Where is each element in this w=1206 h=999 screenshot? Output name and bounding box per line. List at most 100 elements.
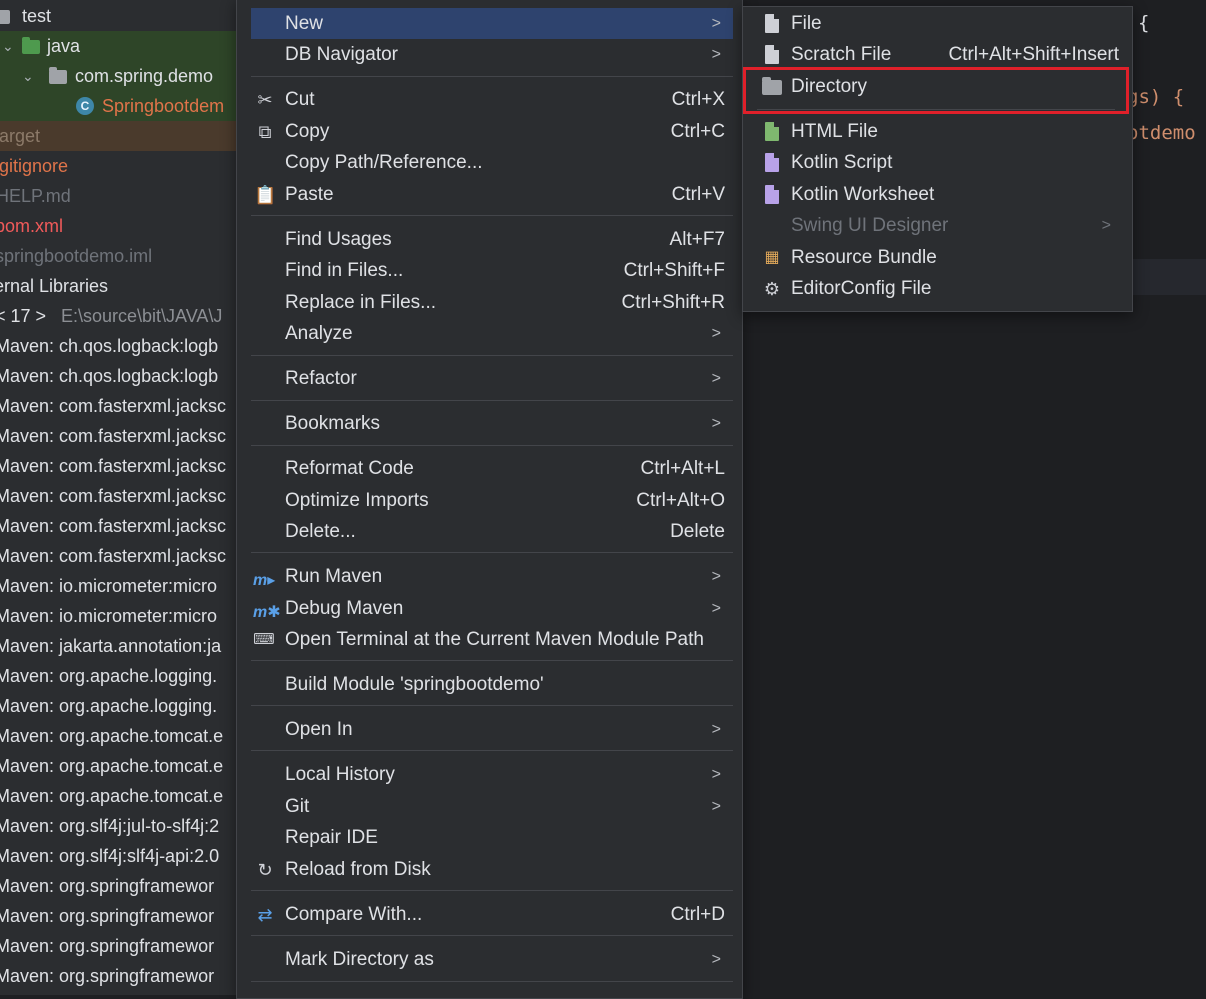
- compare-icon: ⇄: [257, 905, 273, 925]
- tree-item-library[interactable]: Maven: org.slf4j:jul-to-slf4j:2: [0, 811, 236, 841]
- tree-item-java[interactable]: ⌄ java: [0, 31, 236, 61]
- menu-separator: [251, 890, 733, 891]
- tree-item-library[interactable]: Maven: org.apache.tomcat.e: [0, 721, 236, 751]
- menu-item-reload-from-disk[interactable]: ↻ Reload from Disk: [251, 854, 733, 885]
- tree-item-package[interactable]: ⌄ com.spring.demo: [0, 61, 236, 91]
- menu-separator: [251, 935, 733, 936]
- chevron-right-icon: >: [711, 415, 721, 432]
- chevron-right-icon: >: [711, 600, 721, 617]
- menu-separator: [251, 445, 733, 446]
- tree-item-jdk[interactable]: < 17 > E:\source\bit\JAVA\J: [0, 301, 236, 331]
- tree-item-library[interactable]: Maven: org.apache.logging.: [0, 691, 236, 721]
- clipboard-icon: 📋: [254, 185, 277, 205]
- menu-item-git[interactable]: Git >: [251, 791, 733, 822]
- tree-item-library[interactable]: Maven: org.springframewor: [0, 871, 236, 901]
- maven-terminal-icon: ⌨: [253, 631, 275, 648]
- menu-item-build-module[interactable]: Build Module 'springbootdemo': [251, 669, 733, 700]
- menu-separator: [251, 705, 733, 706]
- tree-item-library[interactable]: Maven: com.fasterxml.jacksc: [0, 481, 236, 511]
- tree-item-library[interactable]: Maven: org.slf4j:slf4j-api:2.0: [0, 841, 236, 871]
- tree-item-pom[interactable]: pom.xml: [0, 211, 236, 241]
- menu-item-mark-directory-as[interactable]: Mark Directory as >: [251, 944, 733, 975]
- menu-separator: [251, 215, 733, 216]
- menu-item-delete[interactable]: Delete... Delete: [251, 516, 733, 547]
- tree-item-class[interactable]: C Springbootdem: [0, 91, 236, 121]
- file-icon: [765, 14, 779, 33]
- menu-item-paste[interactable]: 📋 Paste Ctrl+V: [251, 179, 733, 210]
- tree-item-library[interactable]: Maven: ch.qos.logback:logb: [0, 361, 236, 391]
- copy-icon: ⧉: [258, 122, 272, 142]
- menu-item-repair-ide[interactable]: Repair IDE: [251, 822, 733, 853]
- submenu-item-file[interactable]: File: [751, 8, 1123, 39]
- html-file-icon: [765, 122, 779, 141]
- chevron-right-icon: >: [711, 15, 721, 32]
- chevron-right-icon: >: [711, 951, 721, 968]
- tree-item-target[interactable]: target: [0, 121, 236, 151]
- submenu-item-html-file[interactable]: HTML File: [751, 116, 1123, 147]
- menu-separator: [251, 552, 733, 553]
- submenu-item-editorconfig-file[interactable]: ⚙ EditorConfig File: [751, 273, 1123, 304]
- menu-item-refactor[interactable]: Refactor >: [251, 363, 733, 394]
- tree-item-library[interactable]: Maven: com.fasterxml.jacksc: [0, 511, 236, 541]
- menu-item-new[interactable]: New >: [251, 8, 733, 39]
- submenu-item-kotlin-worksheet[interactable]: Kotlin Worksheet: [751, 179, 1123, 210]
- tree-item-library[interactable]: Maven: org.springframewor: [0, 961, 236, 991]
- menu-item-debug-maven[interactable]: m✱ Debug Maven >: [251, 593, 733, 624]
- gear-icon: ⚙: [763, 279, 781, 299]
- menu-item-open-in[interactable]: Open In >: [251, 714, 733, 745]
- menu-item-find-in-files[interactable]: Find in Files... Ctrl+Shift+F: [251, 255, 733, 286]
- tree-item-external-libraries[interactable]: ernal Libraries: [0, 271, 236, 301]
- menu-item-copy-path[interactable]: Copy Path/Reference...: [251, 147, 733, 178]
- code-fragment: {: [1138, 12, 1150, 34]
- menu-item-replace-in-files[interactable]: Replace in Files... Ctrl+Shift+R: [251, 287, 733, 318]
- menu-item-find-usages[interactable]: Find Usages Alt+F7: [251, 224, 733, 255]
- project-tree: test ⌄ java ⌄ com.spring.demo C Springbo…: [0, 0, 236, 995]
- chevron-right-icon: >: [711, 798, 721, 815]
- tree-item-help[interactable]: HELP.md: [0, 181, 236, 211]
- tree-item-gitignore[interactable]: .gitignore: [0, 151, 236, 181]
- menu-item-optimize-imports[interactable]: Optimize Imports Ctrl+Alt+O: [251, 485, 733, 516]
- submenu-item-resource-bundle[interactable]: ▦ Resource Bundle: [751, 242, 1123, 273]
- tree-item-library[interactable]: Maven: org.springframewor: [0, 931, 236, 961]
- class-icon: C: [76, 97, 94, 115]
- tree-item-library[interactable]: Maven: jakarta.annotation:ja: [0, 631, 236, 661]
- tree-item-library[interactable]: Maven: io.micrometer:micro: [0, 601, 236, 631]
- tree-item-test[interactable]: test: [0, 1, 236, 31]
- tree-item-library[interactable]: Maven: org.apache.logging.: [0, 661, 236, 691]
- chevron-down-icon[interactable]: ⌄: [2, 31, 14, 61]
- chevron-right-icon: >: [711, 370, 721, 387]
- menu-item-db-navigator[interactable]: DB Navigator >: [251, 39, 733, 70]
- submenu-item-kotlin-script[interactable]: Kotlin Script: [751, 147, 1123, 178]
- context-menu: New > DB Navigator > ✂ Cut Ctrl+X ⧉ Copy…: [236, 0, 743, 999]
- tree-item-library[interactable]: Maven: com.fasterxml.jacksc: [0, 391, 236, 421]
- reload-icon: ↻: [257, 860, 273, 880]
- tree-item-library[interactable]: Maven: com.fasterxml.jacksc: [0, 541, 236, 571]
- tree-item-library[interactable]: Maven: org.springframewor: [0, 901, 236, 931]
- tree-item-library[interactable]: Maven: com.fasterxml.jacksc: [0, 451, 236, 481]
- menu-separator: [251, 981, 733, 982]
- chevron-right-icon: >: [711, 766, 721, 783]
- menu-separator: [251, 76, 733, 77]
- menu-item-run-maven[interactable]: m▸ Run Maven >: [251, 561, 733, 592]
- menu-item-reformat-code[interactable]: Reformat Code Ctrl+Alt+L: [251, 453, 733, 484]
- menu-item-cut[interactable]: ✂ Cut Ctrl+X: [251, 84, 733, 115]
- chevron-down-icon[interactable]: ⌄: [22, 61, 34, 91]
- tree-item-library[interactable]: Maven: io.micrometer:micro: [0, 571, 236, 601]
- menu-item-analyze[interactable]: Analyze >: [251, 318, 733, 349]
- highlight-box: [743, 67, 1129, 114]
- chevron-right-icon: >: [1101, 217, 1111, 234]
- tree-item-iml[interactable]: springbootdemo.iml: [0, 241, 236, 271]
- submenu-item-scratch-file[interactable]: Scratch File Ctrl+Alt+Shift+Insert: [751, 39, 1123, 70]
- menu-separator: [251, 400, 733, 401]
- tree-item-library[interactable]: Maven: org.apache.tomcat.e: [0, 751, 236, 781]
- menu-item-compare-with[interactable]: ⇄ Compare With... Ctrl+D: [251, 899, 733, 930]
- tree-item-library[interactable]: Maven: org.apache.tomcat.e: [0, 781, 236, 811]
- tree-item-library[interactable]: Maven: com.fasterxml.jacksc: [0, 421, 236, 451]
- menu-item-open-terminal[interactable]: ⌨ Open Terminal at the Current Maven Mod…: [251, 624, 733, 655]
- menu-item-local-history[interactable]: Local History >: [251, 759, 733, 790]
- code-fragment: otdemo: [1127, 122, 1196, 144]
- submenu-item-swing-ui-designer[interactable]: Swing UI Designer >: [751, 210, 1123, 241]
- menu-item-copy[interactable]: ⧉ Copy Ctrl+C: [251, 116, 733, 147]
- tree-item-library[interactable]: Maven: ch.qos.logback:logb: [0, 331, 236, 361]
- menu-item-bookmarks[interactable]: Bookmarks >: [251, 408, 733, 439]
